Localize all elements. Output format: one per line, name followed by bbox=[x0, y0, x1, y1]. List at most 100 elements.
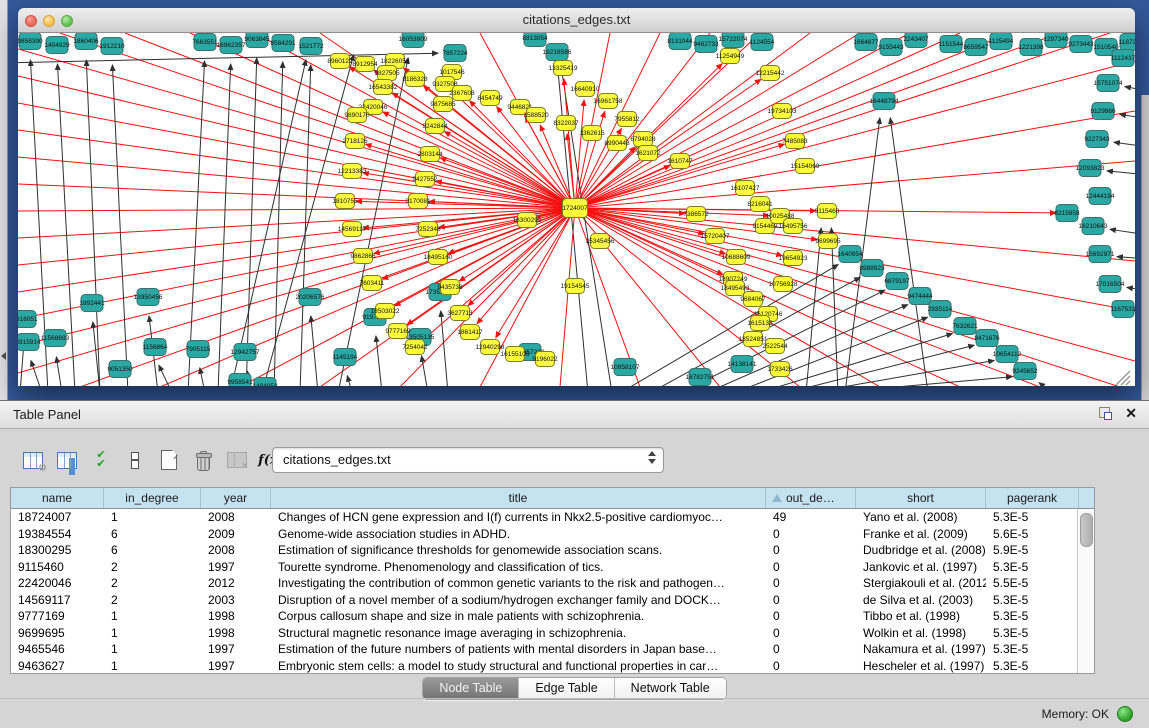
graph-edge[interactable] bbox=[441, 311, 448, 386]
table-cell[interactable]: 0 bbox=[766, 575, 856, 592]
graph-edge[interactable] bbox=[18, 208, 575, 346]
table-mode-button[interactable]: ⚙ bbox=[18, 446, 48, 474]
table-cell[interactable]: Changes of HCN gene expression and I(f) … bbox=[271, 509, 766, 526]
column-header-name[interactable]: name bbox=[11, 488, 104, 508]
column-header-in_degree[interactable]: in_degree bbox=[104, 488, 201, 508]
table-cell[interactable]: 2009 bbox=[201, 526, 271, 543]
table-cell[interactable]: Yano et al. (2008) bbox=[856, 509, 986, 526]
table-cell[interactable]: Franke et al. (2009) bbox=[856, 526, 986, 543]
graph-edge[interactable] bbox=[560, 208, 575, 386]
table-cell[interactable]: Stergiakouli et al. (2012) bbox=[856, 575, 986, 592]
table-cell[interactable]: 2 bbox=[104, 559, 201, 576]
table-cell[interactable]: de Silva et al. (2003) bbox=[856, 592, 986, 609]
graph-edge[interactable] bbox=[18, 208, 575, 211]
create-column-button[interactable] bbox=[154, 446, 184, 474]
table-cell[interactable]: 0 bbox=[766, 592, 856, 609]
graph-edge[interactable] bbox=[60, 33, 575, 208]
table-cell[interactable]: Corpus callosum shape and size in male p… bbox=[271, 608, 766, 625]
table-row[interactable]: 1938455462009Genome-wide association stu… bbox=[11, 526, 1094, 543]
tab-node-table[interactable]: Node Table bbox=[423, 678, 518, 699]
table-row[interactable]: 946554611997Estimation of the future num… bbox=[11, 641, 1094, 658]
table-cell[interactable]: 5.3E-5 bbox=[986, 559, 1079, 576]
graph-edge[interactable] bbox=[575, 61, 1135, 208]
graph-edge[interactable] bbox=[575, 208, 1120, 386]
table-cell[interactable]: 2008 bbox=[201, 509, 271, 526]
row-selection-button[interactable]: ✔✔ bbox=[86, 446, 116, 474]
table-cell[interactable]: 2008 bbox=[201, 542, 271, 559]
graph-edge[interactable] bbox=[18, 208, 575, 292]
hide-columns-button[interactable] bbox=[120, 446, 150, 474]
graph-edge[interactable] bbox=[575, 161, 1135, 208]
column-header-out_de[interactable]: out_de… bbox=[766, 488, 856, 508]
table-cell[interactable]: 9699695 bbox=[11, 625, 104, 642]
table-cell[interactable]: 5.3E-5 bbox=[986, 625, 1079, 642]
graph-edge[interactable] bbox=[1117, 257, 1135, 259]
graph-edge[interactable] bbox=[575, 33, 1110, 208]
network-canvas[interactable]: 9858390140492918604061912210766355116962… bbox=[18, 33, 1135, 386]
table-row[interactable]: 969969511998Structural magnetic resonanc… bbox=[11, 625, 1094, 642]
graph-edge[interactable] bbox=[86, 60, 100, 386]
table-cell[interactable]: Tourette syndrome. Phenomenology and cla… bbox=[271, 559, 766, 576]
delete-table-button[interactable] bbox=[222, 446, 252, 474]
window-titlebar[interactable]: citations_edges.txt bbox=[18, 8, 1135, 33]
graph-edge[interactable] bbox=[188, 61, 205, 386]
show-columns-button[interactable] bbox=[52, 446, 82, 474]
graph-edge[interactable] bbox=[112, 65, 128, 386]
tab-network-table[interactable]: Network Table bbox=[614, 678, 726, 699]
table-cell[interactable]: 5.3E-5 bbox=[986, 641, 1079, 658]
table-cell[interactable]: 22420046 bbox=[11, 575, 104, 592]
graph-edge[interactable] bbox=[1114, 142, 1135, 147]
collapse-panel-arrow-icon[interactable] bbox=[1, 352, 6, 360]
graph-edge[interactable] bbox=[575, 33, 1010, 208]
table-cell[interactable]: 0 bbox=[766, 526, 856, 543]
table-cell[interactable]: 18300295 bbox=[11, 542, 104, 559]
graph-edge[interactable] bbox=[567, 134, 575, 208]
table-cell[interactable]: 0 bbox=[766, 625, 856, 642]
graph-edge[interactable] bbox=[575, 208, 1040, 386]
graph-edge[interactable] bbox=[376, 336, 382, 386]
graph-edge[interactable] bbox=[18, 208, 575, 238]
table-cell[interactable]: 1998 bbox=[201, 625, 271, 642]
graph-edge[interactable] bbox=[200, 368, 205, 386]
table-cell[interactable]: 1 bbox=[104, 641, 201, 658]
graph-edge[interactable] bbox=[374, 208, 575, 254]
scrollbar-thumb[interactable] bbox=[1080, 513, 1093, 547]
column-header-title[interactable]: title bbox=[271, 488, 766, 508]
table-cell[interactable]: 1 bbox=[104, 658, 201, 675]
graph-edge[interactable] bbox=[1120, 114, 1135, 119]
table-cell[interactable]: Jankovic et al. (1997) bbox=[856, 559, 986, 576]
graph-edge[interactable] bbox=[347, 376, 352, 386]
table-cell[interactable]: 5.6E-5 bbox=[986, 526, 1079, 543]
column-header-short[interactable]: short bbox=[856, 488, 986, 508]
table-cell[interactable]: Estimation of the future numbers of pati… bbox=[271, 641, 766, 658]
resize-grip[interactable] bbox=[1116, 371, 1130, 385]
table-cell[interactable]: 5.3E-5 bbox=[986, 592, 1079, 609]
table-cell[interactable]: Nakamura et al. (1997) bbox=[856, 641, 986, 658]
table-cell[interactable]: Structural magnetic resonance image aver… bbox=[271, 625, 766, 642]
table-cell[interactable]: 0 bbox=[766, 641, 856, 658]
table-row[interactable]: 911546021997Tourette syndrome. Phenomeno… bbox=[11, 559, 1094, 576]
float-panel-icon[interactable] bbox=[1099, 407, 1113, 421]
table-cell[interactable]: Investigating the contribution of common… bbox=[271, 575, 766, 592]
column-header-year[interactable]: year bbox=[201, 488, 271, 508]
graph-edge[interactable] bbox=[218, 64, 231, 386]
graph-edge[interactable] bbox=[1039, 383, 1047, 386]
table-chooser-dropdown[interactable]: citations_edges.txt bbox=[272, 447, 664, 473]
table-cell[interactable]: 1998 bbox=[201, 608, 271, 625]
table-cell[interactable]: 6 bbox=[104, 542, 201, 559]
table-row[interactable]: 977716911998Corpus callosum shape and si… bbox=[11, 608, 1094, 625]
table-cell[interactable]: 0 bbox=[766, 658, 856, 675]
graph-edge[interactable] bbox=[808, 361, 994, 386]
table-cell[interactable]: Genome-wide association studies in ADHD. bbox=[271, 526, 766, 543]
table-row[interactable]: 1456911722003Disruption of a novel membe… bbox=[11, 592, 1094, 609]
graph-edge[interactable] bbox=[575, 33, 710, 208]
table-cell[interactable]: Tibbo et al. (1998) bbox=[856, 608, 986, 625]
graph-edge[interactable] bbox=[18, 208, 575, 265]
table-cell[interactable]: Disruption of a novel member of a sodium… bbox=[271, 592, 766, 609]
table-cell[interactable]: 1997 bbox=[201, 658, 271, 675]
table-cell[interactable]: Hescheler et al. (1997) bbox=[856, 658, 986, 675]
graph-edge[interactable] bbox=[311, 316, 318, 386]
table-cell[interactable]: 5.3E-5 bbox=[986, 608, 1079, 625]
table-cell[interactable]: 5.3E-5 bbox=[986, 658, 1079, 675]
table-cell[interactable]: 2 bbox=[104, 592, 201, 609]
